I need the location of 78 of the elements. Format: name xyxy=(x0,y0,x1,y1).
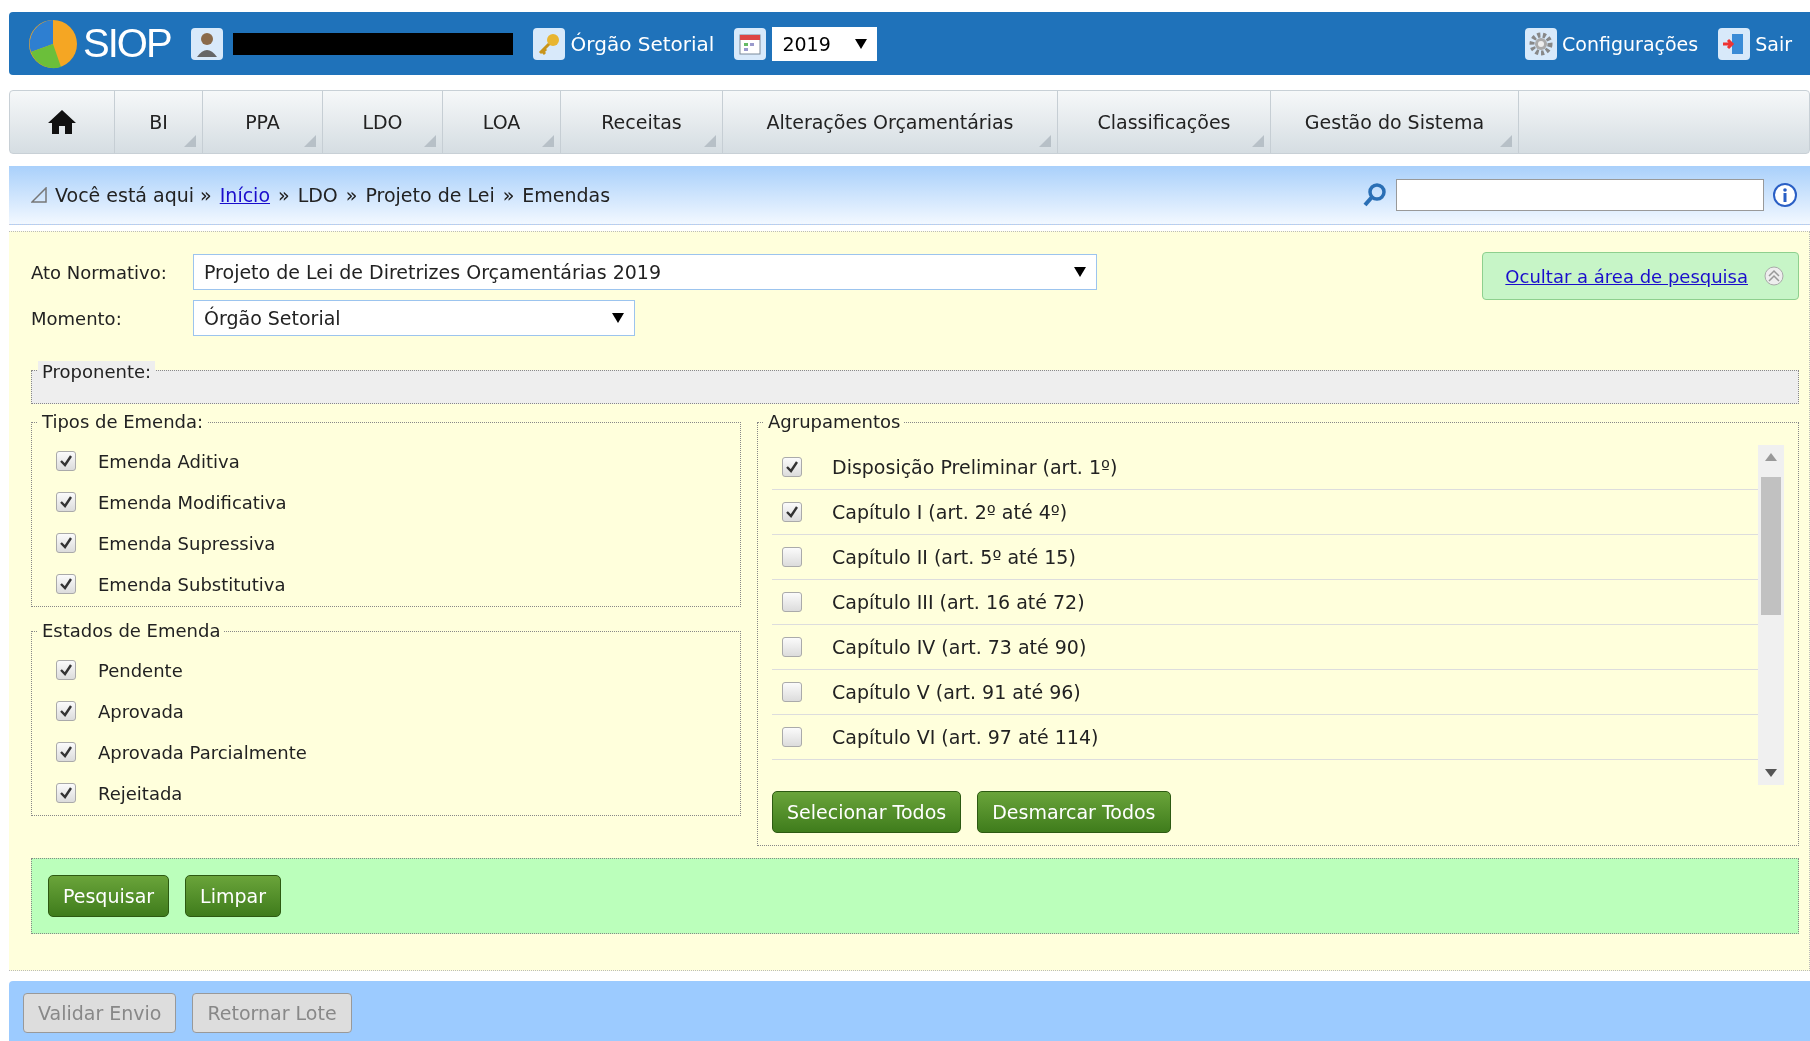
checkbox[interactable] xyxy=(782,592,802,612)
nav-menu-item[interactable]: PPA xyxy=(203,91,323,153)
nav-menu-item[interactable]: BI xyxy=(115,91,203,153)
nav-menu-item[interactable]: Classificações xyxy=(1058,91,1271,153)
field-label: Momento: xyxy=(31,307,123,329)
checkbox-label: Emenda Substitutiva xyxy=(98,573,286,595)
checkbox-label: Emenda Aditiva xyxy=(98,450,240,472)
checkbox-label: Emenda Supressiva xyxy=(98,532,276,554)
breadcrumb-separator: » xyxy=(278,184,290,206)
info-icon[interactable] xyxy=(1772,182,1798,208)
door-exit-icon xyxy=(1718,27,1751,60)
nav-menu-item[interactable]: Receitas xyxy=(561,91,723,153)
search-field[interactable] xyxy=(1396,179,1764,211)
scroll-down-icon[interactable] xyxy=(1765,769,1777,777)
breadcrumb-item: Emendas xyxy=(522,184,611,206)
hide-search-link[interactable]: Ocultar a área de pesquisa xyxy=(1482,252,1799,300)
calendar-icon xyxy=(734,27,767,60)
breadcrumb-separator: » xyxy=(345,184,358,206)
checkbox[interactable] xyxy=(56,492,76,512)
logo-text: SIOP xyxy=(83,21,171,66)
nav-menu-item[interactable]: Gestão do Sistema xyxy=(1271,91,1519,153)
nav-menu-item[interactable]: LDO xyxy=(323,91,443,153)
header-link[interactable]: Configurações xyxy=(1562,32,1699,55)
action-button[interactable]: Limpar xyxy=(185,875,281,917)
caret-icon xyxy=(855,38,868,49)
checkbox-label: Capítulo V (art. 91 até 96) xyxy=(832,681,1081,703)
logo-icon xyxy=(27,17,79,70)
year-select[interactable]: 2019 xyxy=(772,26,878,61)
breadcrumb-link[interactable]: Início xyxy=(219,184,270,206)
checkbox-label: Rejeitada xyxy=(98,782,183,804)
checkbox-label: Capítulo II (art. 5º até 15) xyxy=(832,546,1076,568)
checkbox-label: Capítulo III (art. 16 até 72) xyxy=(832,591,1085,613)
checkbox[interactable] xyxy=(56,701,76,721)
collapse-icon xyxy=(1764,266,1784,286)
ato-normativo-select[interactable]: Projeto de Lei de Diretrizes Orçamentárias 2019 xyxy=(193,254,1097,290)
breadcrumb-separator: » xyxy=(502,184,515,206)
gear-icon xyxy=(1525,27,1558,60)
checkbox-label: Capítulo VI (art. 97 até 114) xyxy=(832,726,1099,748)
checkbox[interactable] xyxy=(56,451,76,471)
nav-menu-item[interactable]: LOA xyxy=(443,91,561,153)
section-legend: Tipos de Emenda: xyxy=(38,411,208,432)
header-link[interactable]: Sair xyxy=(1755,32,1792,55)
section-legend: Proponente: xyxy=(38,361,156,382)
checkbox-label: Capítulo IV (art. 73 até 90) xyxy=(832,636,1087,658)
checkbox-label: Aprovada Parcialmente xyxy=(98,741,307,763)
profile-label: Órgão Setorial xyxy=(570,31,715,56)
scrollbar[interactable] xyxy=(1758,445,1784,785)
breadcrumb-item: Projeto de Lei xyxy=(365,184,495,206)
checkbox[interactable] xyxy=(782,547,802,567)
search-icon[interactable] xyxy=(1362,182,1388,208)
checkbox[interactable] xyxy=(782,682,802,702)
nav-menu-item[interactable]: Alterações Orçamentárias xyxy=(723,91,1058,153)
checkbox[interactable] xyxy=(782,727,802,747)
checkbox[interactable] xyxy=(56,660,76,680)
action-button[interactable]: Selecionar Todos xyxy=(772,791,962,833)
caret-icon xyxy=(1074,267,1086,277)
user-icon xyxy=(190,27,223,60)
field-label: Ato Normativo: xyxy=(31,261,168,283)
checkbox[interactable] xyxy=(56,742,76,762)
checkbox-label: Pendente xyxy=(98,659,183,681)
breadcrumb-prefix: Você está aqui » xyxy=(55,184,212,206)
checkbox[interactable] xyxy=(56,533,76,553)
momento-select[interactable]: Órgão Setorial xyxy=(193,300,635,336)
checkbox[interactable] xyxy=(782,502,802,522)
checkbox[interactable] xyxy=(782,457,802,477)
checkbox[interactable] xyxy=(782,637,802,657)
breadcrumb-item: LDO xyxy=(297,184,338,206)
caret-icon xyxy=(612,313,624,323)
checkbox[interactable] xyxy=(56,574,76,594)
checkbox[interactable] xyxy=(56,783,76,803)
triangle-icon xyxy=(31,187,47,203)
action-button[interactable]: Pesquisar xyxy=(48,875,170,917)
checkbox-label: Disposição Preliminar (art. 1º) xyxy=(832,456,1118,478)
key-icon xyxy=(532,27,565,60)
checkbox-label: Capítulo I (art. 2º até 4º) xyxy=(832,501,1068,523)
checkbox-label: Aprovada xyxy=(98,700,184,722)
action-button[interactable]: Desmarcar Todos xyxy=(977,791,1171,833)
checkbox-label: Emenda Modificativa xyxy=(98,491,287,513)
